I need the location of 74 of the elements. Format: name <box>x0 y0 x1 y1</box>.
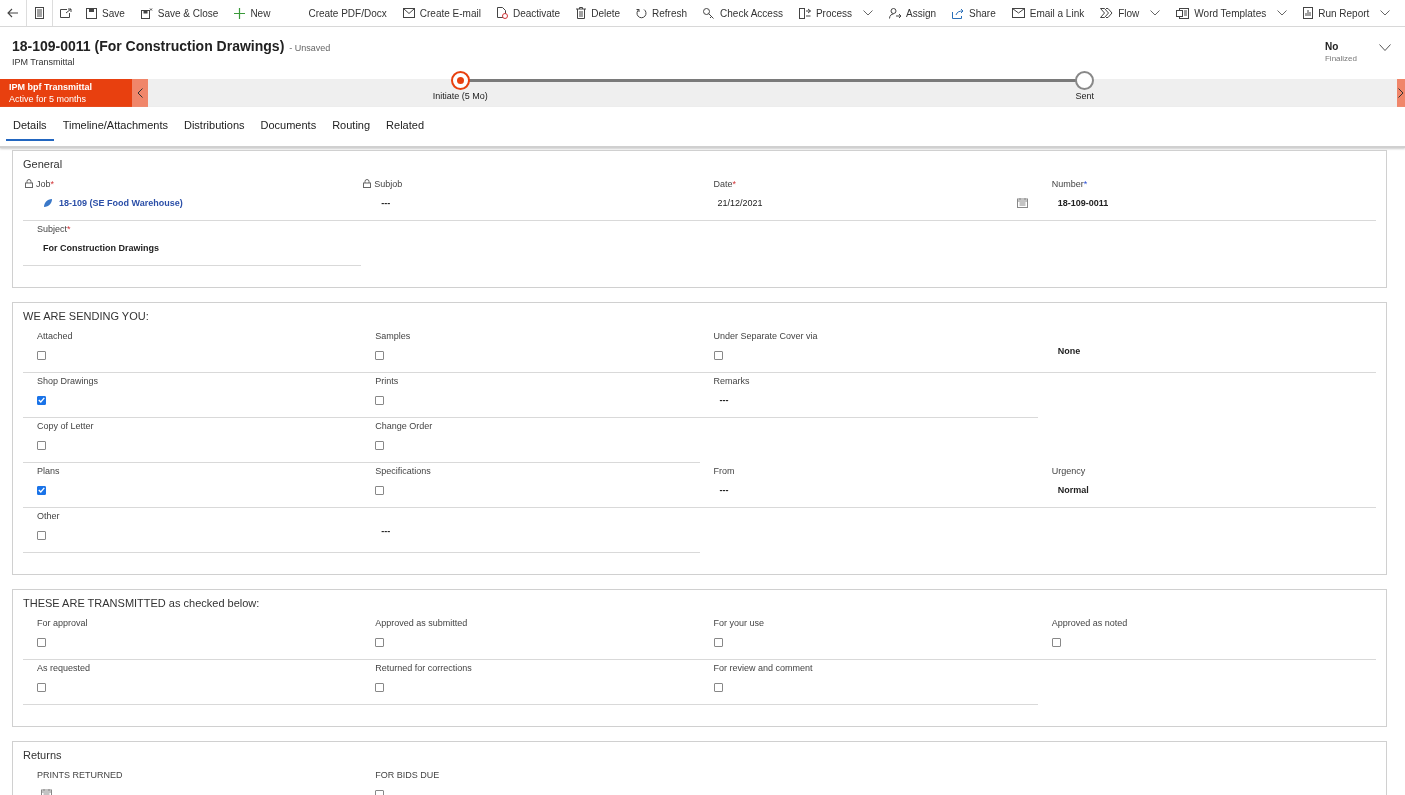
toolbar-button[interactable]: Email a Link <box>1003 1 1093 25</box>
field-value[interactable]: --- <box>719 395 729 405</box>
section-title: Returns <box>23 749 63 761</box>
field-label: Subjob <box>374 178 403 189</box>
toolbar-button[interactable]: Save & Close <box>132 1 227 25</box>
toolbar-button[interactable]: Flow <box>1092 1 1169 25</box>
field-value[interactable]: --- <box>381 198 391 208</box>
field-label: As requested <box>36 661 92 674</box>
field-value[interactable]: Normal <box>1057 485 1089 495</box>
toolbar-button[interactable]: Assign <box>881 1 945 25</box>
field-label: Shop Drawings <box>36 374 100 387</box>
tab[interactable]: Timeline/Attachments <box>55 111 175 141</box>
field-label: Copy of Letter <box>36 419 95 432</box>
field-label: Approved as noted <box>1050 616 1129 629</box>
field-label: Number <box>1051 178 1084 189</box>
field-label: Approved as submitted <box>374 616 469 629</box>
toolbar-button[interactable]: Create PDF/Docx <box>278 1 395 25</box>
tab[interactable]: Details <box>6 111 54 141</box>
field-label: Other <box>36 509 61 522</box>
field-label: For approval <box>36 616 89 629</box>
field-label: From <box>713 465 735 476</box>
toolbar-button[interactable]: Check Access <box>695 1 791 25</box>
toolbar-button[interactable]: Save <box>78 1 133 25</box>
toolbar-button[interactable]: Delete <box>568 1 629 25</box>
field-label: FOR BIDS DUE <box>374 768 441 781</box>
field-label: Plans <box>36 464 61 477</box>
field-label: Samples <box>374 329 412 342</box>
lookup-link[interactable]: 18-109 (SE Food Warehouse) <box>59 198 183 208</box>
section-title: THESE ARE TRANSMITTED as checked below: <box>23 597 261 609</box>
required-mark: * <box>67 223 71 234</box>
header-field-label: Finalized <box>1325 54 1357 63</box>
save-status: - Unsaved <box>289 43 331 53</box>
toolbar-button[interactable]: Refresh <box>628 1 696 25</box>
field-value[interactable]: 18-109-0011 <box>1057 198 1109 208</box>
field-label: Under Separate Cover via <box>712 329 819 342</box>
process-flag: IPM bpf Transmittal Active for 5 months <box>0 79 132 107</box>
field-label: Urgency <box>1051 465 1086 476</box>
section-title: General <box>23 158 64 170</box>
section-title: WE ARE SENDING YOU: <box>23 310 150 322</box>
field-label: Date <box>713 178 733 189</box>
field-label: Attached <box>36 329 74 342</box>
stage-label[interactable]: Sent <box>1075 91 1094 101</box>
recommended-mark: * <box>1083 178 1088 189</box>
toolbar-button[interactable]: Share <box>944 1 1004 25</box>
required-mark: * <box>50 178 55 189</box>
field-label: Change Order <box>374 419 434 432</box>
field-label: Returned for corrections <box>374 661 473 674</box>
field-label: PRINTS RETURNED <box>37 769 123 780</box>
field-label: Prints <box>374 374 400 387</box>
toolbar-button[interactable]: Process <box>790 1 881 25</box>
tab[interactable]: Documents <box>253 111 324 141</box>
record-title: 18-109-0011 (For Construction Drawings) <box>12 38 285 54</box>
stage-label[interactable]: Initiate (5 Mo) <box>432 91 488 101</box>
header-field-value: No <box>1325 41 1340 52</box>
field-label: Specifications <box>374 464 432 477</box>
toolbar-button[interactable]: New <box>226 1 279 25</box>
field-label: For your use <box>712 616 766 629</box>
tab[interactable]: Related <box>379 111 431 141</box>
field-value[interactable]: --- <box>381 525 391 536</box>
toolbar-button[interactable]: Word Templates <box>1168 1 1296 25</box>
tab[interactable]: Routing <box>325 111 378 141</box>
tab[interactable]: Distributions <box>177 111 252 141</box>
field-value[interactable]: For Construction Drawings <box>43 243 159 253</box>
entity-name: IPM Transmittal <box>12 57 76 67</box>
field-label: For review and comment <box>712 661 814 674</box>
toolbar-button[interactable]: Create E-mail <box>394 1 489 25</box>
toolbar-button[interactable]: Deactivate <box>488 1 569 25</box>
required-mark: * <box>732 178 737 189</box>
field-value[interactable]: 21/12/2021 <box>717 198 763 208</box>
toolbar-button[interactable]: Run Report <box>1295 1 1399 25</box>
field-label: Remarks <box>713 375 750 386</box>
field-value[interactable]: None <box>1057 345 1081 356</box>
field-label: Job <box>36 178 51 189</box>
field-value[interactable]: --- <box>719 485 729 495</box>
